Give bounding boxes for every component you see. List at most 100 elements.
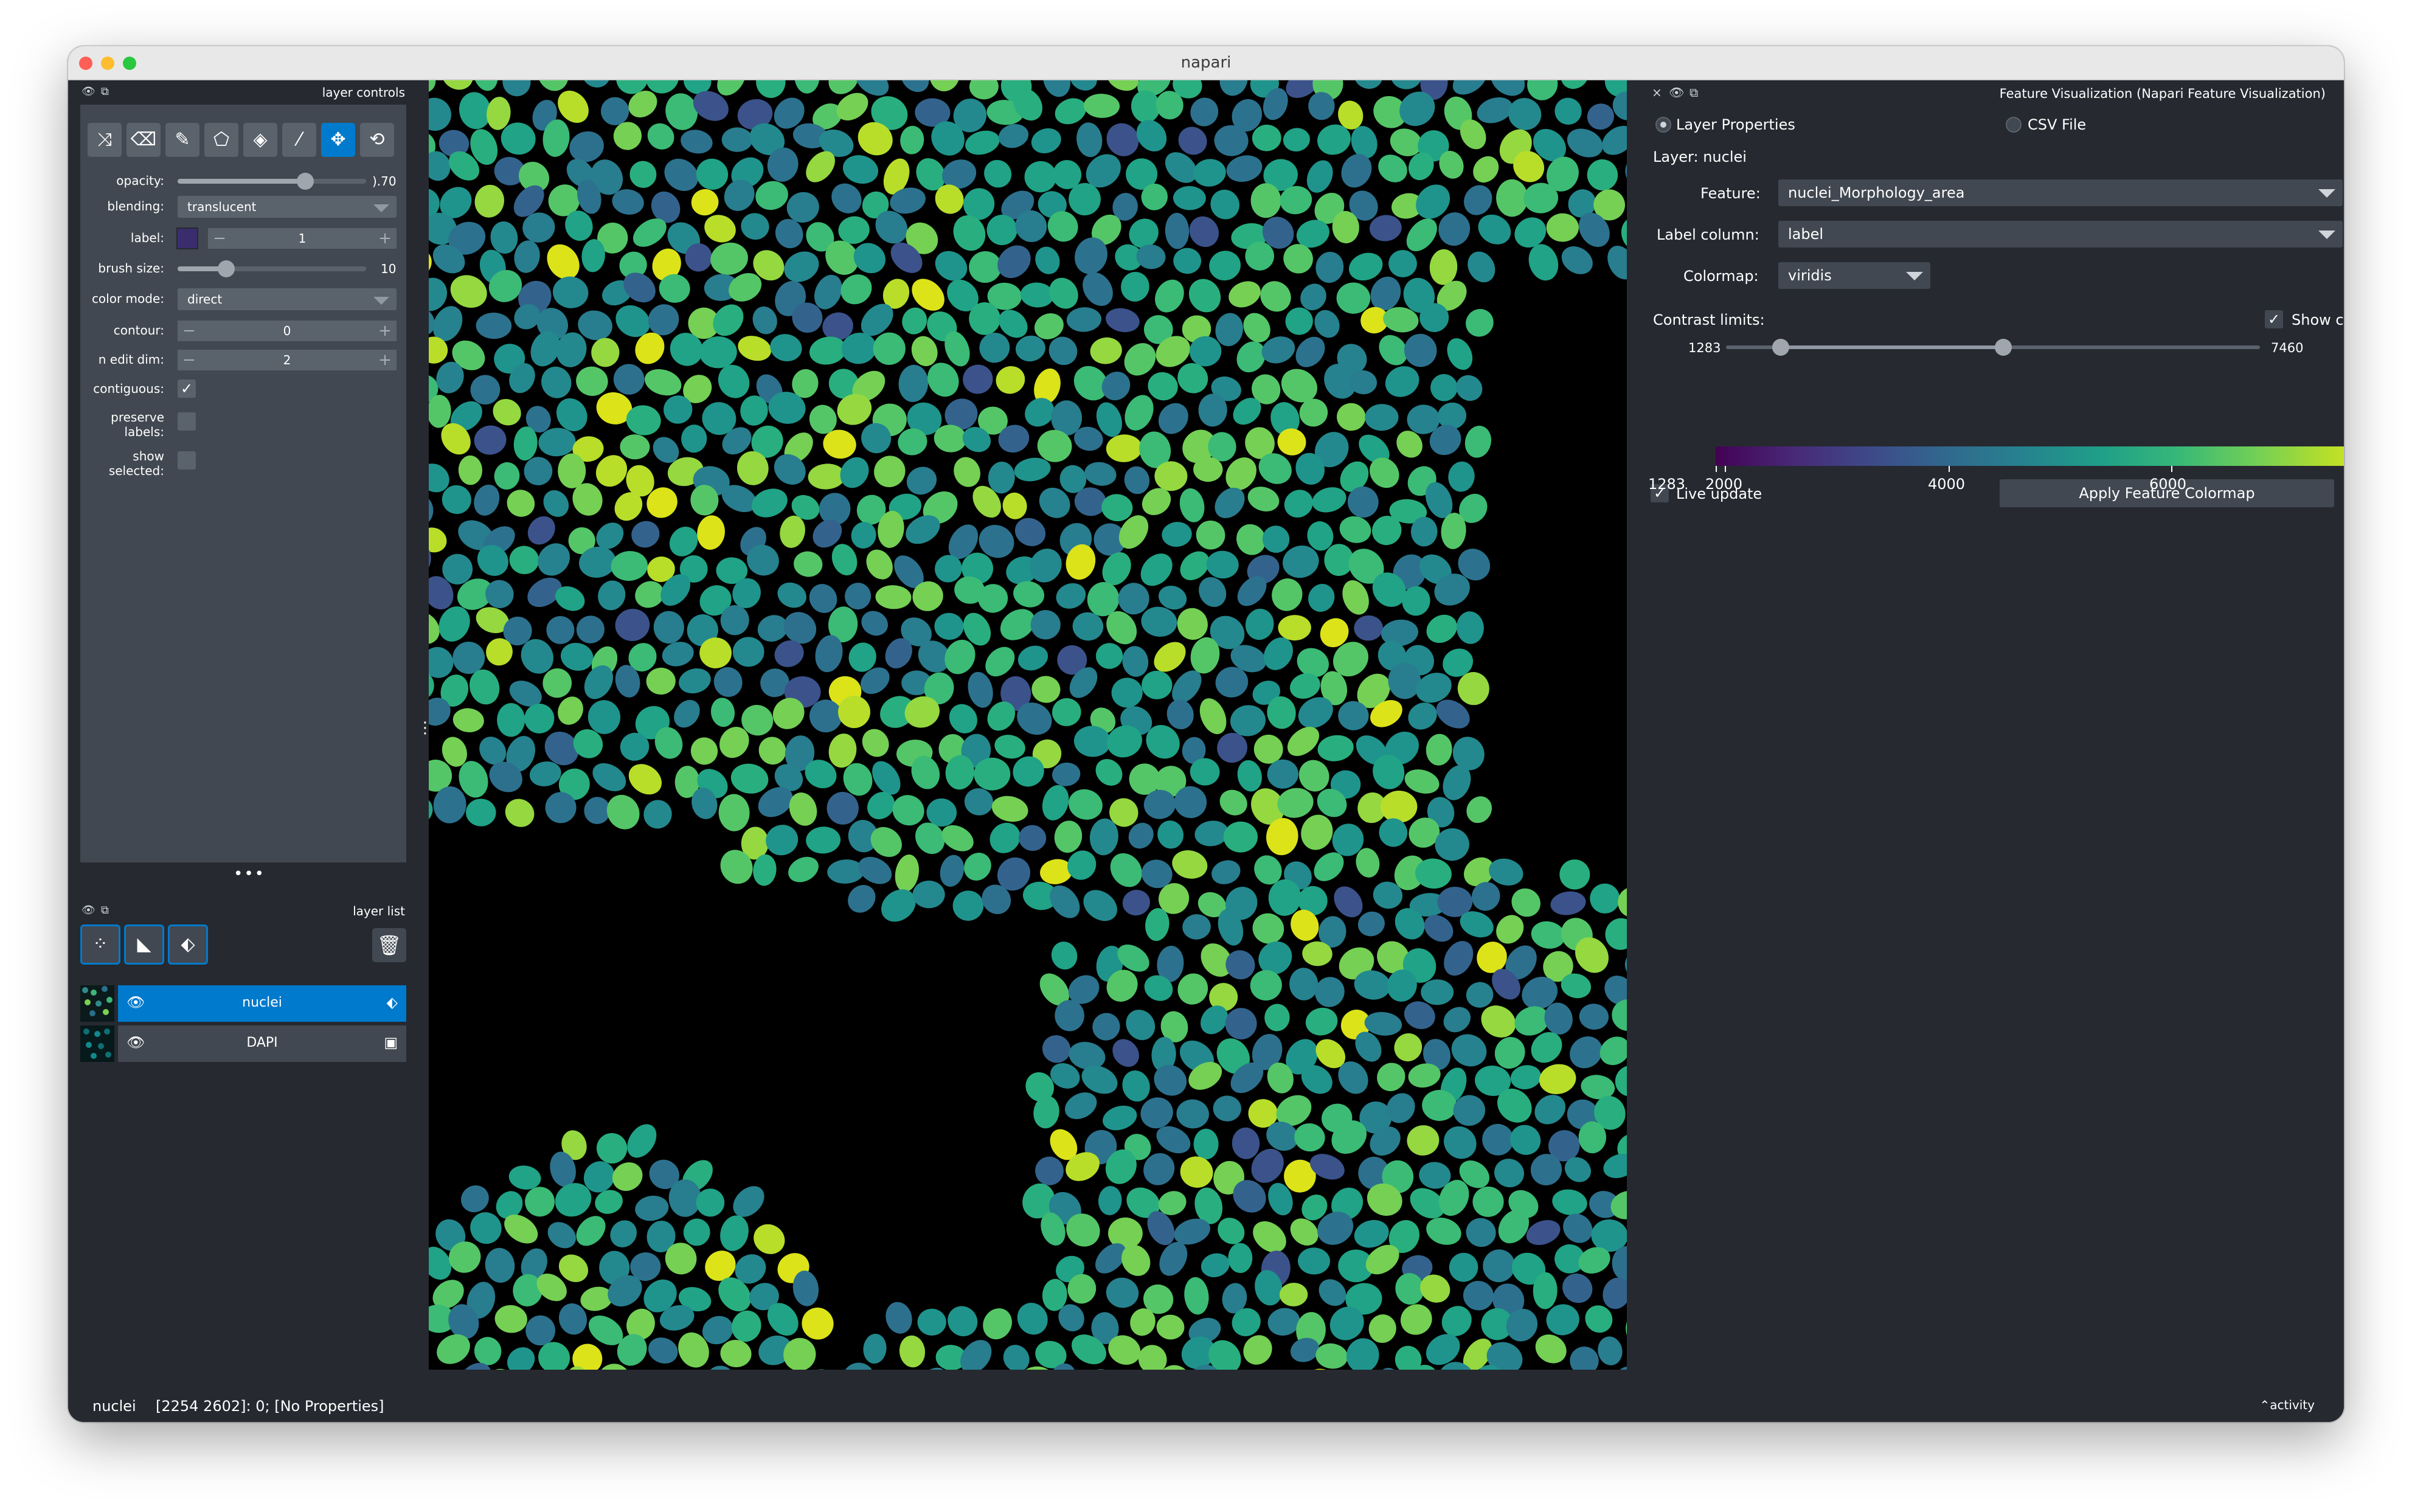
decrement-icon[interactable]: −: [180, 350, 198, 370]
layer-controls-header: 👁 ⧉ layer controls: [68, 80, 414, 105]
n-edit-dim-spinbox[interactable]: − 2 +: [178, 350, 397, 370]
dapi-thumbnail-image: [80, 1025, 114, 1062]
label-color-swatch[interactable]: [176, 227, 198, 249]
status-bar: nuclei [2254 2602]: 0; [No Properties] ⌃…: [68, 1390, 2344, 1422]
label-column-dropdown[interactable]: label: [1778, 221, 2343, 248]
label-column-label: Label column:: [1657, 226, 1759, 243]
layer-controls-title: layer controls: [322, 85, 405, 100]
nucleus: [1193, 457, 1223, 482]
n-edit-dim-value: 2: [283, 353, 291, 367]
csv-file-label[interactable]: CSV File: [2028, 116, 2086, 133]
hide-dock-icon[interactable]: 👁: [1669, 85, 1684, 100]
contiguous-checkbox[interactable]: ✓: [178, 380, 196, 398]
float-dock-icon[interactable]: ⧉: [101, 904, 109, 917]
right-dock: × 👁 ⧉ Feature Visualization (Napari Feat…: [1629, 80, 2344, 1391]
shuffle-icon[interactable]: ⤨: [88, 123, 122, 157]
increment-icon[interactable]: +: [376, 228, 394, 249]
viewer-canvas[interactable]: [429, 80, 1627, 1370]
layer-item-nuclei[interactable]: 👁 nuclei ⬖: [80, 985, 406, 1022]
feature-dropdown[interactable]: nuclei_Morphology_area: [1778, 179, 2343, 206]
fill-bucket-icon[interactable]: ◈: [243, 123, 277, 157]
hide-dock-icon[interactable]: 👁: [81, 904, 95, 917]
nucleus: [1496, 179, 1528, 217]
contrast-min-handle[interactable]: [1772, 339, 1789, 356]
chevron-down-icon: [2318, 231, 2335, 239]
csv-file-radio[interactable]: [2006, 117, 2022, 133]
polygon-icon[interactable]: ⬠: [204, 123, 238, 157]
colorbar-tick: [1716, 466, 1717, 472]
layer-name[interactable]: DAPI: [118, 1035, 406, 1050]
colorbar-label-4000: 4000: [1928, 476, 1966, 493]
nucleus: [1250, 183, 1281, 218]
layer-name[interactable]: nuclei: [118, 995, 406, 1010]
label-column-value: label: [1788, 226, 1824, 243]
label-value: 1: [298, 231, 307, 246]
contrast-max-value: 7460: [2271, 341, 2304, 355]
color-picker-icon[interactable]: ⁄: [282, 123, 316, 157]
left-splitter-handle[interactable]: ⋮: [417, 719, 433, 737]
colorbar-label-2000: 2000: [1705, 476, 1743, 493]
nucleus: [1228, 1243, 1253, 1274]
contour-spinbox[interactable]: − 0 +: [178, 321, 397, 341]
layer-properties-label[interactable]: Layer Properties: [1676, 116, 1795, 133]
layer-thumbnail: [80, 1025, 114, 1062]
viridis-colorbar: [1716, 446, 2344, 466]
colormap-dropdown[interactable]: viridis: [1778, 262, 1930, 289]
transform-icon[interactable]: ⟲: [360, 123, 394, 157]
show-selected-checkbox[interactable]: [178, 451, 196, 470]
increment-icon[interactable]: +: [376, 350, 394, 370]
blending-label: blending:: [107, 199, 164, 213]
float-dock-icon[interactable]: ⧉: [1689, 85, 1698, 100]
label-label: label:: [130, 231, 164, 245]
layer-list-title: layer list: [353, 904, 405, 918]
new-shapes-layer-icon[interactable]: ◣: [124, 924, 164, 965]
close-icon[interactable]: ×: [1652, 85, 1662, 100]
preserve-labels-checkbox[interactable]: [178, 412, 196, 431]
main-area: 👁 ⧉ layer controls ⤨ ⌫ ✎ ⬠ ◈ ⁄ ✥ ⟲ opaci…: [68, 80, 2344, 1422]
eraser-icon[interactable]: ⌫: [126, 123, 161, 157]
activity-button[interactable]: ⌃activity: [2260, 1398, 2315, 1412]
brush-size-slider-handle[interactable]: [218, 260, 235, 277]
paintbrush-icon[interactable]: ✎: [165, 123, 199, 157]
chevron-down-icon: [373, 204, 389, 212]
layer-body[interactable]: 👁 DAPI ▣: [118, 1025, 406, 1062]
opacity-value[interactable]: ).70: [372, 174, 397, 189]
opacity-label: opacity:: [116, 173, 164, 188]
decrement-icon[interactable]: −: [180, 321, 198, 341]
preserve-labels-row: preserve labels:: [80, 405, 406, 442]
feature-viz-header: × 👁 ⧉ Feature Visualization (Napari Feat…: [1629, 80, 2344, 107]
contrast-max-handle[interactable]: [1995, 339, 2012, 356]
layer-item-dapi[interactable]: 👁 DAPI ▣: [80, 1025, 406, 1062]
new-labels-layer-icon[interactable]: ⬖: [168, 924, 208, 965]
chevron-down-icon: [373, 297, 389, 305]
contour-label: contour:: [113, 323, 164, 338]
show-colorbar-label[interactable]: Show colorbar: [2292, 311, 2344, 328]
pan-zoom-icon[interactable]: ✥: [321, 123, 355, 157]
blending-dropdown[interactable]: translucent: [178, 196, 397, 218]
label-spinbox[interactable]: − 1 +: [208, 228, 397, 249]
opacity-slider-handle[interactable]: [297, 173, 314, 190]
layer-body[interactable]: 👁 nuclei ⬖: [118, 985, 406, 1022]
dock-splitter-handle[interactable]: •••: [234, 865, 265, 883]
nucleus: [721, 127, 753, 152]
contiguous-row: contiguous: ✓: [80, 377, 406, 401]
color-mode-dropdown[interactable]: direct: [178, 288, 397, 310]
brush-size-value[interactable]: 10: [381, 262, 396, 276]
increment-icon[interactable]: +: [376, 321, 394, 341]
show-selected-row: show selected:: [80, 444, 406, 480]
layer-thumbnail: [80, 985, 114, 1022]
new-points-layer-icon[interactable]: ⁘: [80, 924, 120, 965]
layer-properties-radio[interactable]: [1655, 117, 1671, 133]
nuclei-image[interactable]: [429, 80, 1627, 1370]
show-colorbar-checkbox[interactable]: ✓: [2265, 310, 2283, 328]
status-info: [2254 2602]: 0; [No Properties]: [156, 1398, 384, 1415]
hide-dock-icon[interactable]: 👁: [81, 85, 95, 98]
delete-layer-icon[interactable]: 🗑: [372, 928, 406, 962]
brush-size-row: brush size: 10: [80, 257, 406, 281]
nucleus: [1421, 979, 1454, 1005]
chevron-up-icon: ⌃: [2259, 1398, 2270, 1412]
layer-list-toolbar: ⁘ ◣ ⬖ 🗑: [80, 924, 406, 967]
float-dock-icon[interactable]: ⧉: [101, 85, 109, 98]
brush-size-slider-fill: [178, 266, 220, 271]
decrement-icon[interactable]: −: [210, 228, 229, 249]
